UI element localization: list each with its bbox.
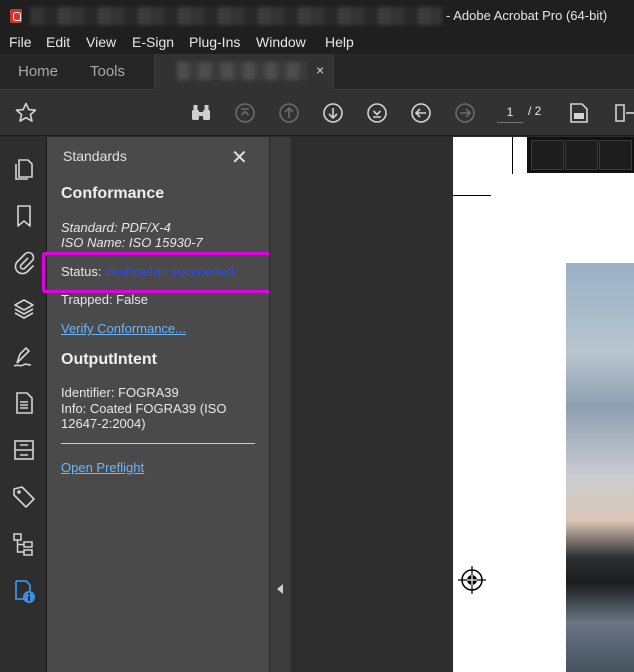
landscape-photo xyxy=(566,263,634,672)
document-view[interactable] xyxy=(291,137,634,672)
star-icon[interactable] xyxy=(14,101,38,125)
acrobat-icon xyxy=(10,9,22,23)
tab-tools[interactable]: Tools xyxy=(90,63,125,80)
close-panel-button[interactable]: ✕ xyxy=(231,145,248,170)
color-bar-cell xyxy=(599,140,632,170)
page-thumbnail-icon[interactable] xyxy=(567,101,591,125)
redacted-document-name xyxy=(177,62,307,80)
output-intent-heading: OutputIntent xyxy=(61,351,157,368)
redacted-filename xyxy=(30,7,442,25)
registration-mark-icon xyxy=(458,566,486,594)
status-highlight-box xyxy=(42,252,278,293)
menu-bar: File Edit View E-Sign Plug-Ins Window He… xyxy=(0,32,634,54)
info-value-line2: 12647-2:2004) xyxy=(61,416,146,431)
next-page-icon[interactable] xyxy=(321,101,345,125)
conformance-heading: Conformance xyxy=(61,185,165,202)
menu-view[interactable]: View xyxy=(86,34,116,50)
tag-icon[interactable] xyxy=(11,484,37,510)
fit-page-icon[interactable] xyxy=(612,101,634,125)
color-bar-cell xyxy=(531,140,564,170)
window-title: - Adobe Acrobat Pro (64-bit) xyxy=(446,8,608,23)
menu-esign[interactable]: E-Sign xyxy=(132,34,174,50)
layers-icon[interactable] xyxy=(11,296,37,322)
tab-home[interactable]: Home xyxy=(18,63,58,80)
collapse-arrow-icon[interactable] xyxy=(277,584,283,594)
back-icon[interactable] xyxy=(409,101,433,125)
menu-help[interactable]: Help xyxy=(325,34,354,50)
attachment-icon[interactable] xyxy=(11,249,37,275)
tab-bar: Home Tools × xyxy=(0,54,634,90)
navigation-rail xyxy=(0,137,47,672)
toolbar: 1 / 2 xyxy=(0,90,634,136)
previous-page-icon[interactable] xyxy=(277,101,301,125)
info-value-line1: Info: Coated FOGRA39 (ISO xyxy=(61,401,227,416)
color-bar xyxy=(527,137,634,173)
copy-pages-icon[interactable] xyxy=(11,156,37,182)
first-page-icon[interactable] xyxy=(233,101,257,125)
panel-divider xyxy=(61,443,255,444)
trapped-value: Trapped: False xyxy=(61,292,148,307)
menu-plugins[interactable]: Plug-Ins xyxy=(189,34,240,50)
panel-title: Standards xyxy=(63,148,127,164)
menu-edit[interactable]: Edit xyxy=(46,34,70,50)
page-count: / 2 xyxy=(528,104,542,118)
color-bar-cell xyxy=(565,140,598,170)
close-tab-button[interactable]: × xyxy=(316,62,324,78)
menu-window[interactable]: Window xyxy=(256,34,306,50)
compare-icon[interactable] xyxy=(11,437,37,463)
standard-value: Standard: PDF/X-4 xyxy=(61,220,171,235)
page-number-input[interactable]: 1 xyxy=(497,101,523,123)
open-preflight-link[interactable]: Open Preflight xyxy=(61,460,144,475)
document-icon[interactable] xyxy=(11,390,37,416)
title-bar: - Adobe Acrobat Pro (64-bit) xyxy=(0,0,634,32)
menu-file[interactable]: File xyxy=(9,34,32,50)
crop-mark xyxy=(453,195,491,196)
forward-icon[interactable] xyxy=(453,101,477,125)
iso-name-value: ISO Name: ISO 15930-7 xyxy=(61,235,203,250)
binoculars-icon[interactable] xyxy=(189,101,213,125)
crop-mark xyxy=(512,137,513,174)
panel-splitter[interactable] xyxy=(269,137,291,672)
bookmark-icon[interactable] xyxy=(11,203,37,229)
verify-conformance-link[interactable]: Verify Conformance... xyxy=(61,321,186,336)
tab-document[interactable]: × xyxy=(154,54,334,90)
identifier-value: Identifier: FOGRA39 xyxy=(61,385,179,400)
standards-panel: Standards ✕ Conformance Standard: PDF/X-… xyxy=(47,137,269,672)
structure-icon[interactable] xyxy=(11,531,37,557)
standards-info-icon[interactable] xyxy=(11,578,37,604)
last-page-icon[interactable] xyxy=(365,101,389,125)
signature-icon[interactable] xyxy=(11,343,37,369)
